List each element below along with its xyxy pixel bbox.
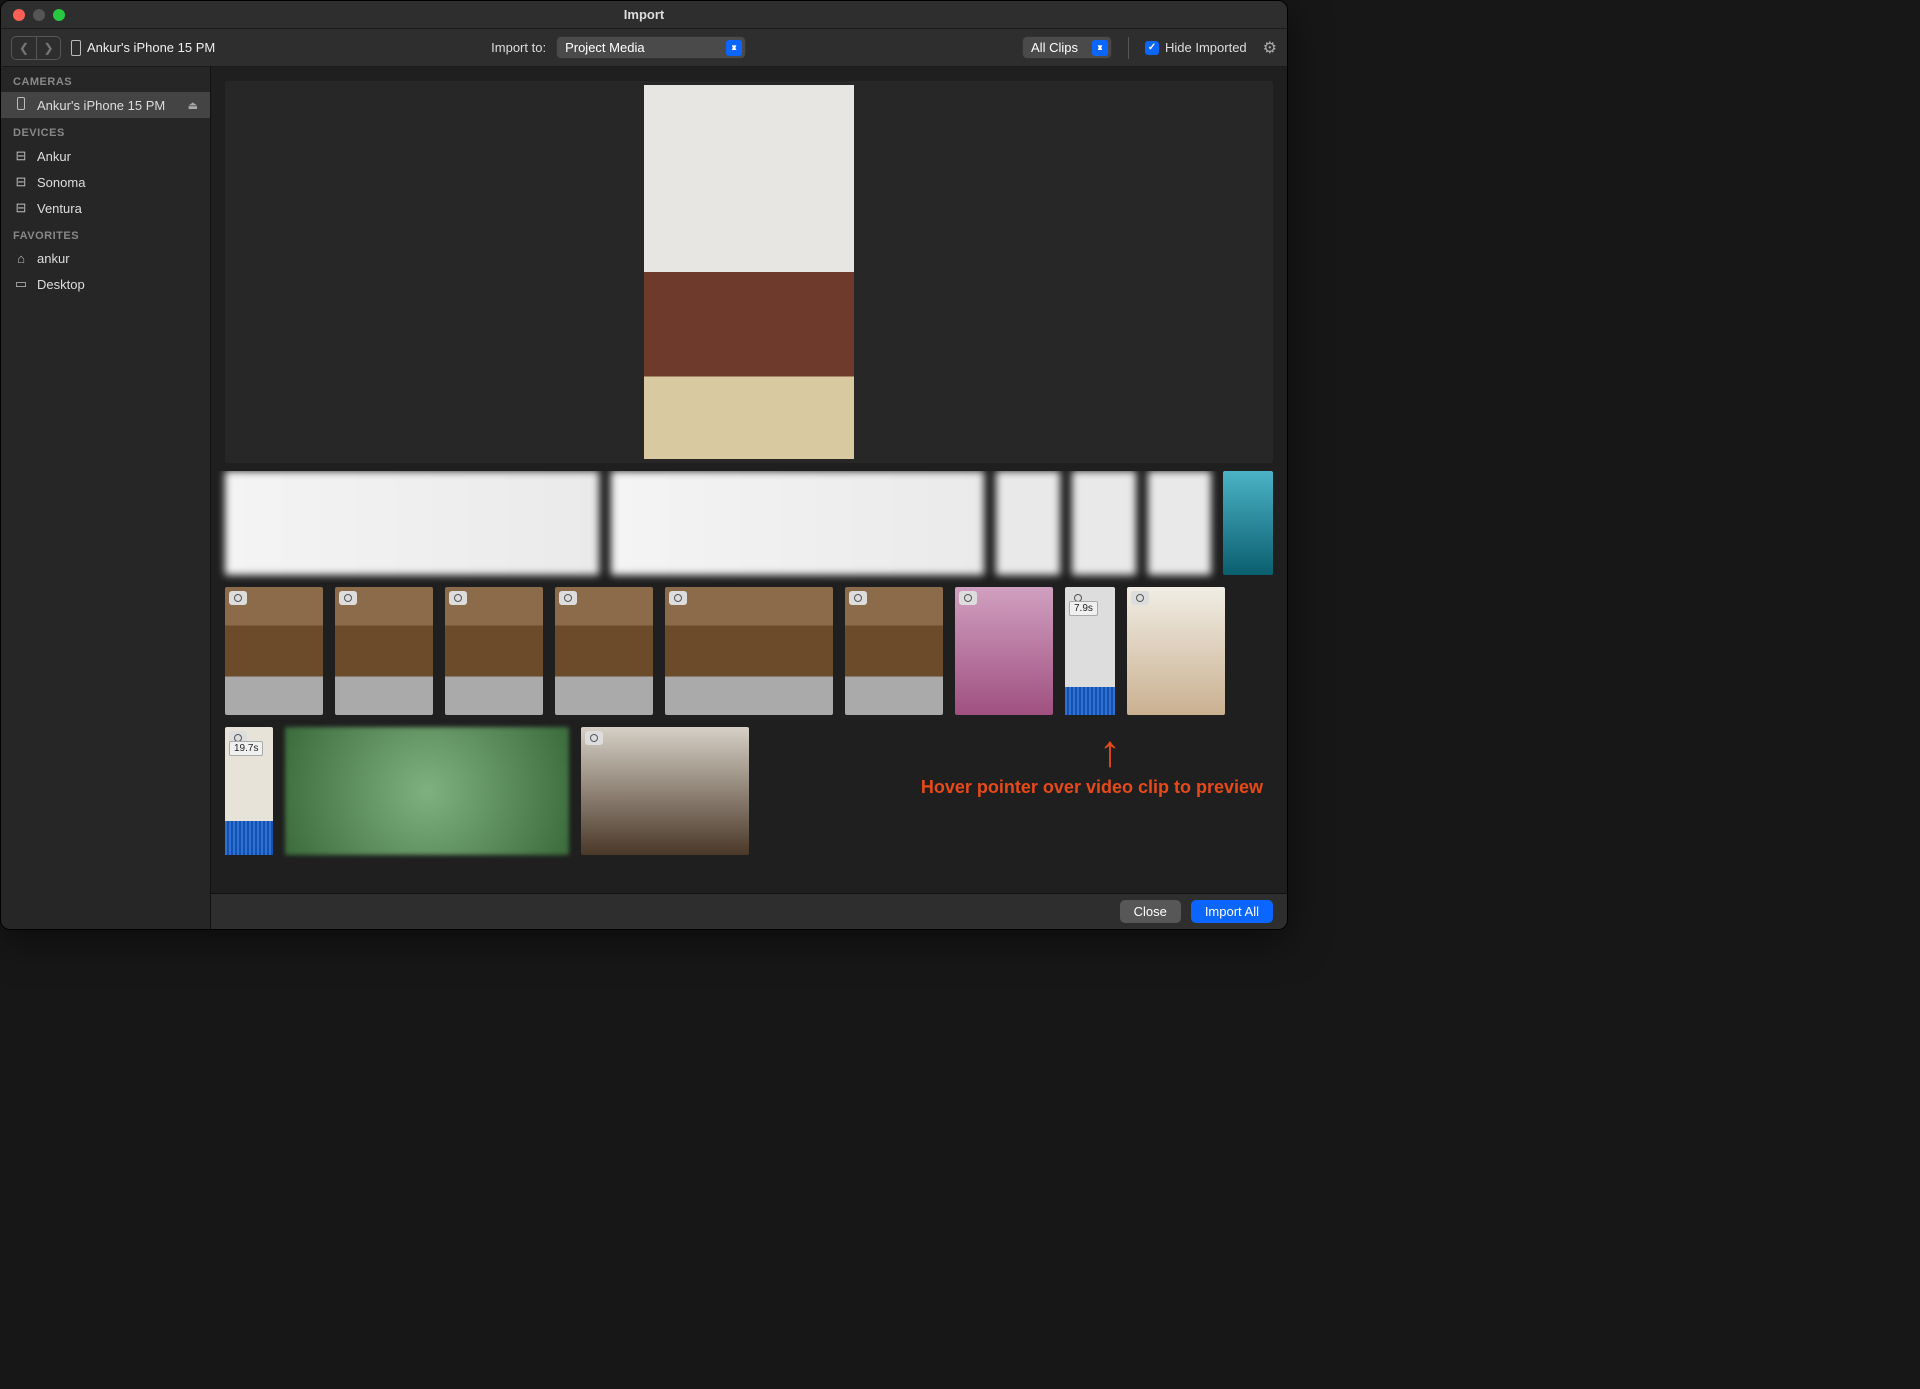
annotation-text: Hover pointer over video clip to preview xyxy=(921,777,1263,798)
clip-thumbnail[interactable] xyxy=(225,471,599,575)
sidebar-heading-devices: DEVICES xyxy=(1,118,210,143)
clip-thumbnail[interactable] xyxy=(555,587,653,715)
nav-back-button[interactable]: ❮ xyxy=(12,37,36,59)
clip-filter-select[interactable]: All Clips ▲▼ xyxy=(1022,36,1112,59)
desktop-icon: ▭ xyxy=(13,276,29,292)
sidebar-heading-favorites: FAVORITES xyxy=(1,221,210,246)
preview-pane xyxy=(225,81,1273,463)
clip-thumbnail[interactable] xyxy=(581,727,749,855)
import-to-label: Import to: xyxy=(491,40,546,55)
grid-row xyxy=(225,471,1273,575)
grid-row: 19.7s ↑ Hover pointer over video clip to… xyxy=(225,727,1273,855)
sidebar-item-label: Ankur's iPhone 15 PM xyxy=(37,98,165,113)
sidebar-item-device[interactable]: ⊟ Sonoma xyxy=(1,169,210,195)
nav-arrows: ❮ ❯ xyxy=(11,36,61,60)
clip-thumbnail[interactable] xyxy=(225,587,323,715)
camera-icon xyxy=(229,591,247,605)
camera-icon xyxy=(1131,591,1149,605)
clip-thumbnail[interactable] xyxy=(611,471,985,575)
updown-icon: ▲▼ xyxy=(726,40,742,56)
clip-thumbnail[interactable] xyxy=(285,727,569,855)
clip-duration-badge: 7.9s xyxy=(1069,601,1098,616)
clip-thumbnail[interactable] xyxy=(955,587,1053,715)
checkbox-checked-icon: ✓ xyxy=(1145,41,1159,55)
clip-thumbnail[interactable] xyxy=(445,587,543,715)
import-to-value: Project Media xyxy=(565,40,644,55)
titlebar: Import xyxy=(1,1,1287,29)
camera-icon xyxy=(449,591,467,605)
settings-gear-button[interactable]: ⚙ xyxy=(1263,38,1277,58)
clip-thumbnail[interactable] xyxy=(665,587,833,715)
minimize-window-button[interactable] xyxy=(33,9,45,21)
camera-icon xyxy=(959,591,977,605)
close-button[interactable]: Close xyxy=(1120,900,1181,923)
import-all-button[interactable]: Import All xyxy=(1191,900,1273,923)
clip-thumbnail[interactable] xyxy=(845,587,943,715)
clip-thumbnail[interactable] xyxy=(1148,471,1212,575)
footer: Close Import All xyxy=(211,893,1287,929)
camera-icon xyxy=(849,591,867,605)
divider xyxy=(1128,37,1129,59)
sidebar-item-camera[interactable]: Ankur's iPhone 15 PM ⏏ xyxy=(1,92,210,118)
sidebar: CAMERAS Ankur's iPhone 15 PM ⏏ DEVICES ⊟… xyxy=(1,67,211,929)
audio-waveform xyxy=(225,821,273,855)
sidebar-item-favorite[interactable]: ▭ Desktop xyxy=(1,271,210,297)
clip-filter-value: All Clips xyxy=(1031,40,1078,55)
hide-imported-toggle[interactable]: ✓ Hide Imported xyxy=(1145,40,1247,55)
sidebar-item-device[interactable]: ⊟ Ventura xyxy=(1,195,210,221)
toolbar: ❮ ❯ Ankur's iPhone 15 PM Import to: Proj… xyxy=(1,29,1287,67)
sidebar-item-label: Ankur xyxy=(37,149,71,164)
body: CAMERAS Ankur's iPhone 15 PM ⏏ DEVICES ⊟… xyxy=(1,67,1287,929)
nav-forward-button[interactable]: ❯ xyxy=(36,37,60,59)
sidebar-item-device[interactable]: ⊟ Ankur xyxy=(1,143,210,169)
camera-icon xyxy=(585,731,603,745)
camera-icon xyxy=(559,591,577,605)
annotation: ↑ Hover pointer over video clip to previ… xyxy=(761,727,1273,798)
annotation-arrow-icon: ↑ xyxy=(1099,727,1121,777)
updown-icon: ▲▼ xyxy=(1092,40,1108,56)
current-device: Ankur's iPhone 15 PM xyxy=(71,40,215,56)
thumbnail-grid: 7.9s 19.7s ↑ Hover pointer o xyxy=(211,471,1287,893)
clip-thumbnail[interactable] xyxy=(996,471,1060,575)
video-clip-thumbnail[interactable]: 19.7s xyxy=(225,727,273,855)
hide-imported-label: Hide Imported xyxy=(1165,40,1247,55)
sidebar-heading-cameras: CAMERAS xyxy=(1,67,210,92)
camera-icon xyxy=(669,591,687,605)
disk-icon: ⊟ xyxy=(13,148,29,164)
clip-thumbnail[interactable] xyxy=(1223,471,1273,575)
import-to-select[interactable]: Project Media ▲▼ xyxy=(556,36,746,59)
video-clip-thumbnail[interactable]: 7.9s xyxy=(1065,587,1115,715)
disk-icon: ⊟ xyxy=(13,200,29,216)
sidebar-item-label: ankur xyxy=(37,251,70,266)
sidebar-item-label: Sonoma xyxy=(37,175,85,190)
phone-icon xyxy=(13,97,29,113)
phone-icon xyxy=(71,40,81,56)
current-device-label: Ankur's iPhone 15 PM xyxy=(87,40,215,55)
clip-duration-badge: 19.7s xyxy=(229,741,263,756)
grid-row: 7.9s xyxy=(225,587,1273,715)
window-title: Import xyxy=(624,7,664,22)
preview-image xyxy=(644,85,854,459)
sidebar-item-label: Desktop xyxy=(37,277,85,292)
main-area: 7.9s 19.7s ↑ Hover pointer o xyxy=(211,67,1287,929)
home-icon: ⌂ xyxy=(13,251,29,266)
sidebar-item-favorite[interactable]: ⌂ ankur xyxy=(1,246,210,271)
zoom-window-button[interactable] xyxy=(53,9,65,21)
camera-icon xyxy=(339,591,357,605)
clip-thumbnail[interactable] xyxy=(1127,587,1225,715)
import-window: Import ❮ ❯ Ankur's iPhone 15 PM Import t… xyxy=(0,0,1288,930)
audio-waveform xyxy=(1065,687,1115,715)
disk-icon: ⊟ xyxy=(13,174,29,190)
window-controls xyxy=(13,9,65,21)
clip-thumbnail[interactable] xyxy=(335,587,433,715)
close-window-button[interactable] xyxy=(13,9,25,21)
sidebar-item-label: Ventura xyxy=(37,201,82,216)
eject-icon[interactable]: ⏏ xyxy=(188,99,198,112)
clip-thumbnail[interactable] xyxy=(1072,471,1136,575)
